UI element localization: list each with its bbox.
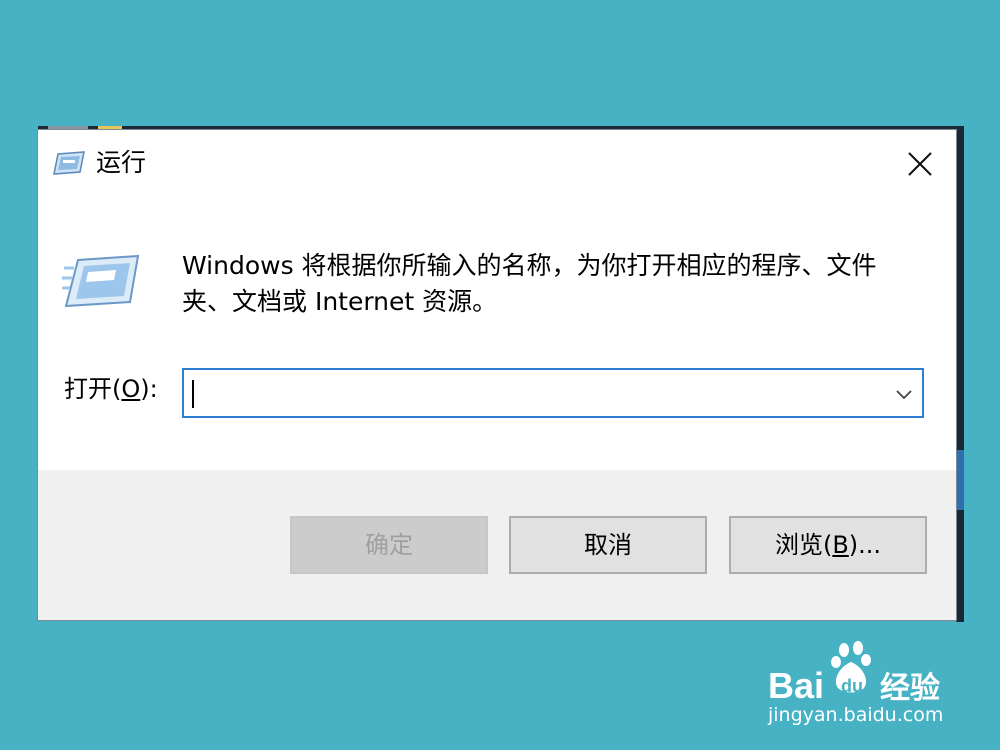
run-dialog: 运行 Windows 将根据你所输入的名称，为你打开相应的程序、文件夹、文档或 … [38, 130, 956, 620]
open-label: 打开(O): [64, 374, 158, 404]
dialog-content: Windows 将根据你所输入的名称，为你打开相应的程序、文件夹、文档或 Int… [38, 198, 956, 470]
browse-label-suffix: )... [848, 531, 882, 559]
chevron-down-icon[interactable] [890, 380, 918, 408]
open-label-prefix: 打开( [64, 375, 122, 403]
browse-label-accesskey: B [832, 531, 849, 559]
watermark-url: jingyan.baidu.com [768, 704, 944, 726]
cancel-button[interactable]: 取消 [509, 516, 707, 574]
description-text: Windows 将根据你所输入的名称，为你打开相应的程序、文件夹、文档或 Int… [182, 251, 877, 316]
title-bar[interactable]: 运行 [38, 130, 956, 198]
dialog-title: 运行 [96, 148, 147, 177]
run-app-icon [53, 151, 85, 175]
run-app-large-icon [62, 254, 140, 308]
browse-label-prefix: 浏览( [774, 531, 833, 559]
dialog-footer: 确定 取消 浏览(B)... [38, 470, 956, 620]
svg-text:Bai: Bai [768, 665, 824, 706]
close-icon[interactable] [894, 142, 946, 186]
desktop-right-edge [956, 130, 964, 622]
open-input[interactable] [192, 376, 882, 410]
svg-text:经验: 经验 [880, 671, 940, 706]
desktop-window-fragment [956, 450, 964, 510]
text-caret [192, 380, 194, 408]
ok-button[interactable]: 确定 [290, 516, 488, 574]
open-combobox[interactable] [182, 368, 924, 418]
open-label-suffix: ): [140, 375, 158, 403]
browse-button[interactable]: 浏览(B)... [729, 516, 927, 574]
open-label-accesskey: O [121, 375, 141, 403]
svg-text:du: du [841, 676, 863, 696]
